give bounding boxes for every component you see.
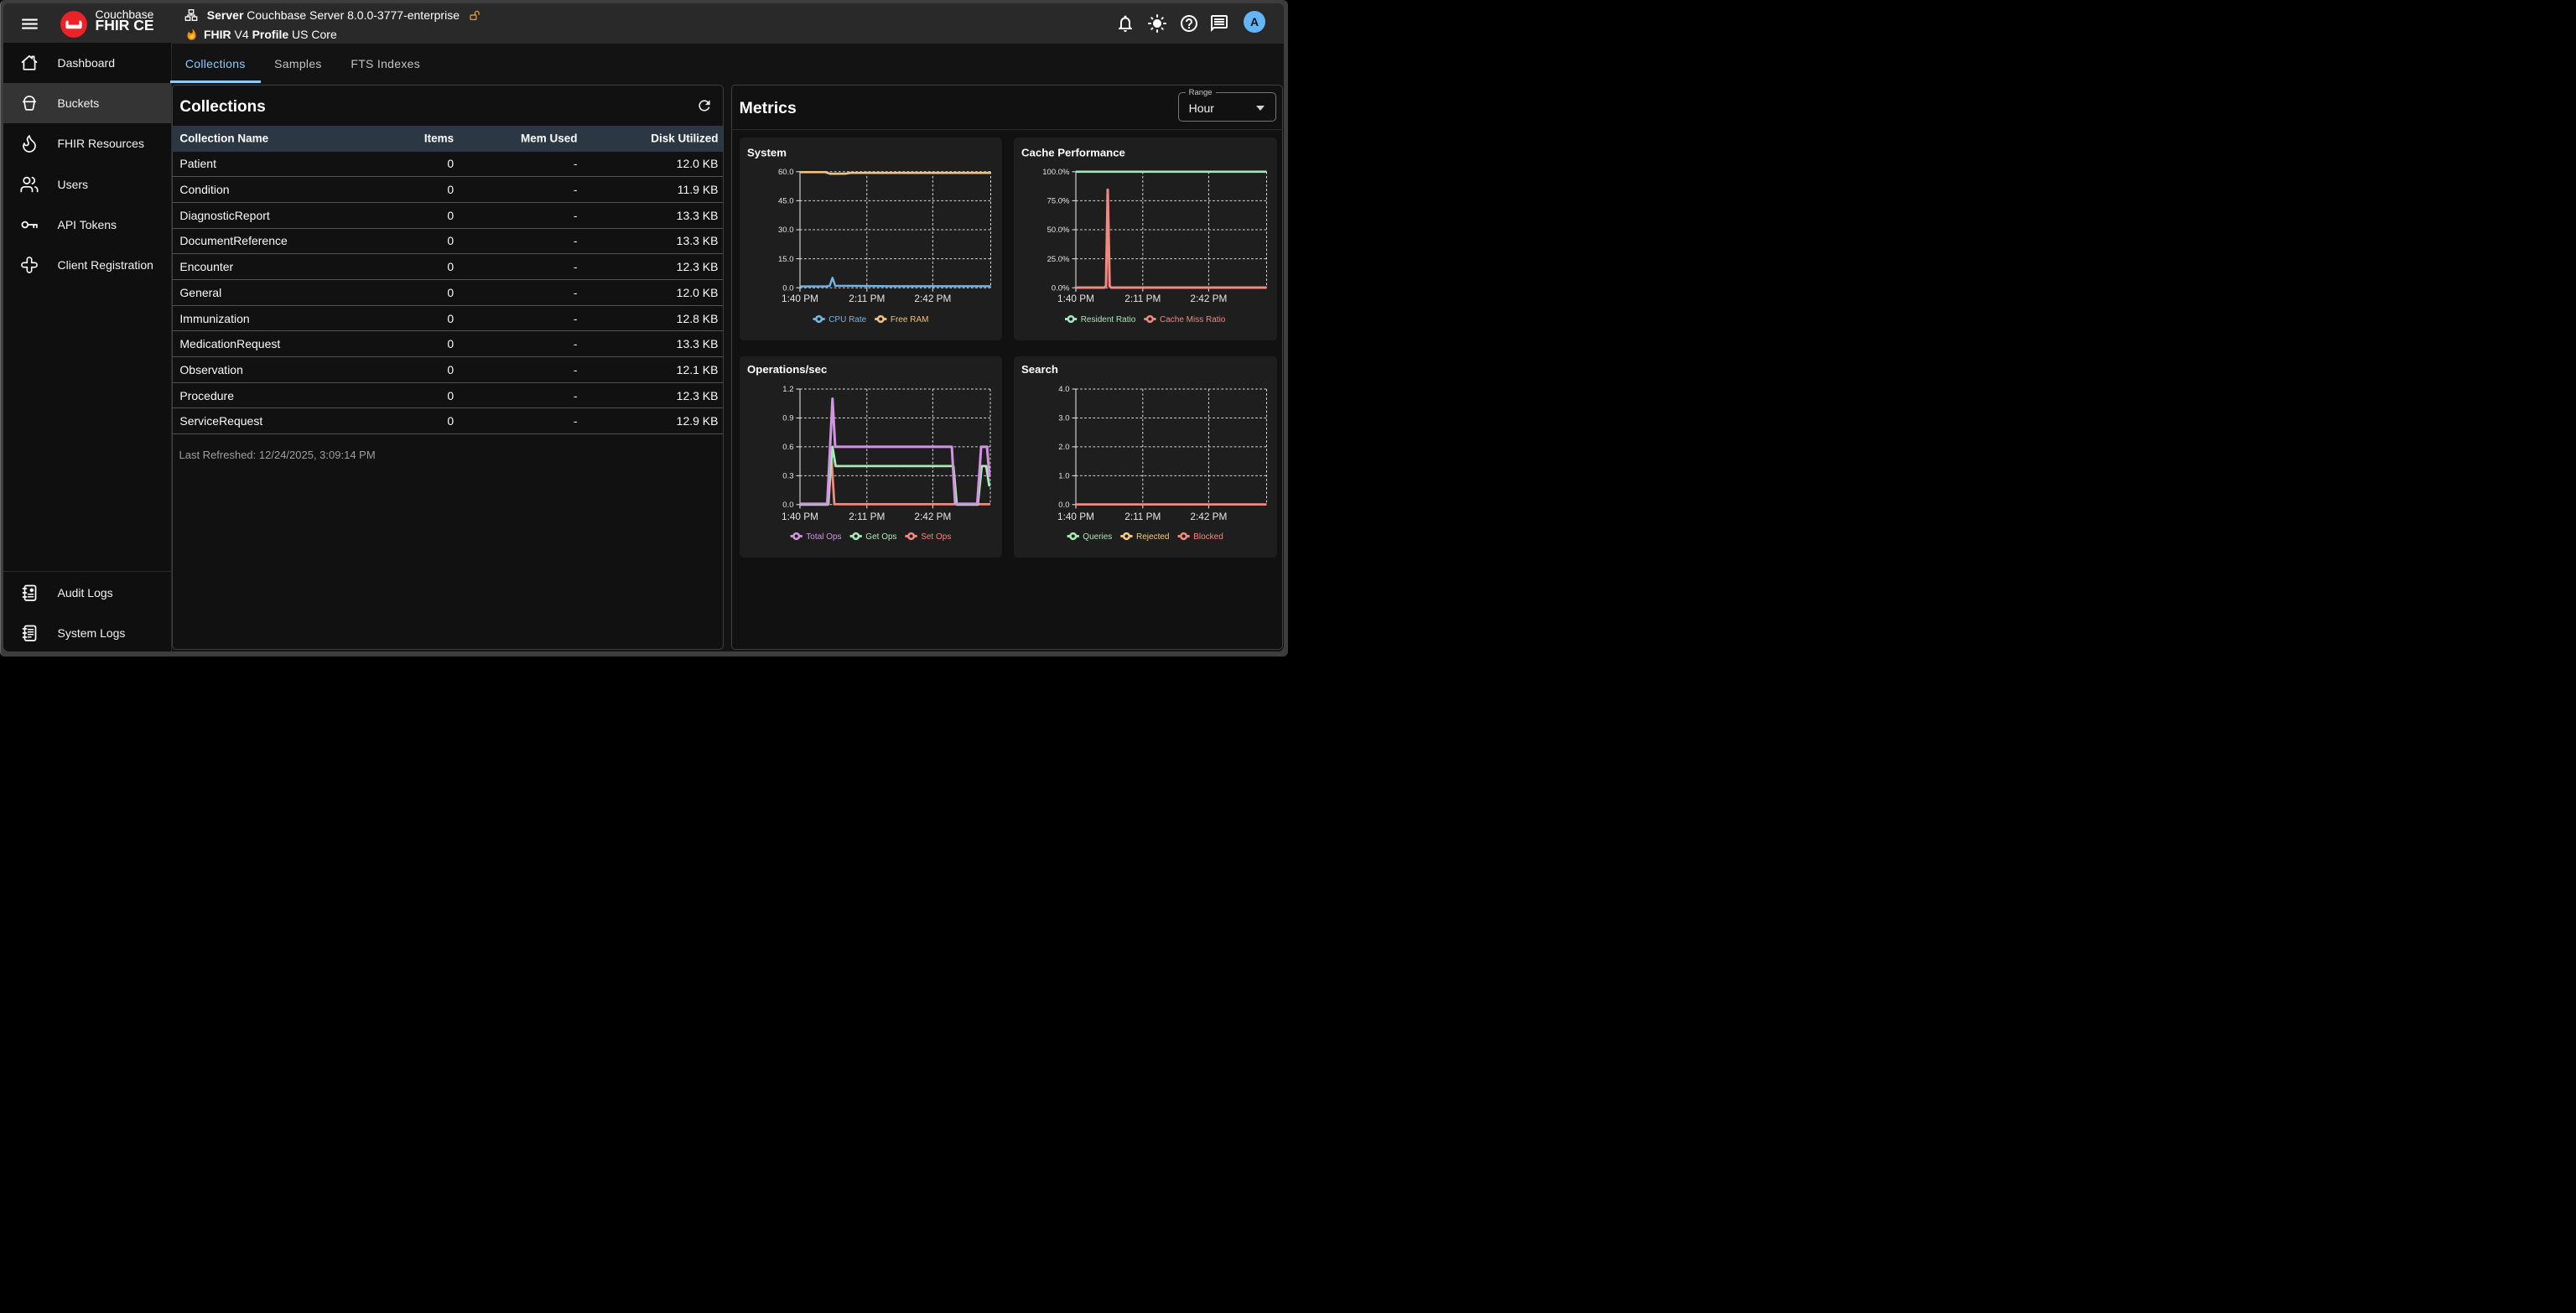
svg-text:3.0: 3.0 <box>1058 414 1069 423</box>
svg-text:25.0%: 25.0% <box>1047 255 1070 264</box>
svg-text:30.0: 30.0 <box>778 226 794 235</box>
svg-text:2:42 PM: 2:42 PM <box>914 293 951 304</box>
svg-text:45.0: 45.0 <box>778 197 794 206</box>
svg-text:2:11 PM: 2:11 PM <box>1124 511 1161 522</box>
svg-text:2:42 PM: 2:42 PM <box>914 511 951 522</box>
svg-text:75.0%: 75.0% <box>1047 197 1070 206</box>
svg-text:0.3: 0.3 <box>782 472 793 481</box>
svg-text:0.6: 0.6 <box>782 443 793 452</box>
svg-text:0.9: 0.9 <box>782 414 793 423</box>
svg-text:1:40 PM: 1:40 PM <box>782 293 818 304</box>
svg-text:Blocked: Blocked <box>1193 532 1223 542</box>
svg-text:CPU Rate: CPU Rate <box>828 315 866 324</box>
svg-text:1:40 PM: 1:40 PM <box>782 511 818 522</box>
svg-text:Queries: Queries <box>1083 532 1112 542</box>
svg-text:1.2: 1.2 <box>782 385 793 394</box>
svg-text:2:11 PM: 2:11 PM <box>1124 293 1161 304</box>
svg-text:Get Ops: Get Ops <box>865 532 896 542</box>
svg-text:Free RAM: Free RAM <box>890 315 928 324</box>
svg-text:2:11 PM: 2:11 PM <box>849 293 885 304</box>
svg-text:Cache Miss Ratio: Cache Miss Ratio <box>1160 315 1226 324</box>
svg-text:4.0: 4.0 <box>1058 385 1069 394</box>
svg-text:2:42 PM: 2:42 PM <box>1190 293 1227 304</box>
svg-text:100.0%: 100.0% <box>1042 168 1070 177</box>
svg-text:Set Ops: Set Ops <box>921 532 951 542</box>
svg-text:Search: Search <box>1021 363 1058 376</box>
svg-text:Operations/sec: Operations/sec <box>747 363 827 376</box>
svg-text:Resident Ratio: Resident Ratio <box>1081 315 1136 324</box>
svg-text:Rejected: Rejected <box>1136 532 1169 542</box>
svg-text:0.0: 0.0 <box>782 283 793 293</box>
svg-text:Total Ops: Total Ops <box>806 532 841 542</box>
svg-text:0.0: 0.0 <box>782 501 793 510</box>
svg-text:2:11 PM: 2:11 PM <box>849 511 885 522</box>
svg-text:0.0%: 0.0% <box>1052 283 1070 293</box>
svg-text:2.0: 2.0 <box>1058 443 1069 452</box>
svg-text:1:40 PM: 1:40 PM <box>1057 293 1094 304</box>
svg-text:15.0: 15.0 <box>778 255 794 264</box>
svg-text:Cache Performance: Cache Performance <box>1021 147 1125 159</box>
svg-text:1:40 PM: 1:40 PM <box>1057 511 1094 522</box>
svg-text:60.0: 60.0 <box>778 168 794 177</box>
svg-text:0.0: 0.0 <box>1058 501 1069 510</box>
svg-text:1.0: 1.0 <box>1058 472 1069 481</box>
svg-text:2:42 PM: 2:42 PM <box>1190 511 1227 522</box>
svg-text:System: System <box>747 147 787 159</box>
svg-text:50.0%: 50.0% <box>1047 226 1070 235</box>
